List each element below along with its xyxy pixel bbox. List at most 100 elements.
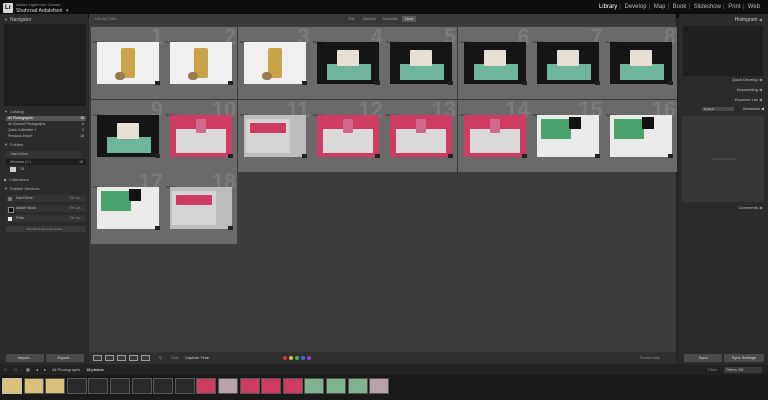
keywording-header[interactable]: Keywording ◀ [682,86,764,94]
photo-thumbnail[interactable] [316,42,379,84]
filmstrip-thumbnail[interactable] [304,378,325,394]
filmstrip-thumbnail[interactable] [45,378,66,394]
filmstrip-thumbnail[interactable] [347,378,368,394]
grid-cell[interactable]: 2Perfume [164,26,238,99]
keyword-list-header[interactable]: Keyword List ◀ [682,96,764,104]
sync-button[interactable]: Sync [684,354,722,362]
photo-thumbnail[interactable] [463,42,526,84]
catalog-synced-photographs[interactable]: All Synced Photographs 0 [8,122,86,127]
painter-icon[interactable]: ⚲ [159,352,162,364]
filmstrip-thumbnail[interactable] [88,378,109,394]
photo-thumbnail[interactable] [536,42,599,84]
color-label-blue[interactable] [301,356,305,360]
service-hard-drive[interactable]: Hard Drive Set Up... [6,195,86,202]
filmstrip-thumbnail[interactable] [66,378,87,394]
service-adobe-stock[interactable]: Adobe Stock Set Up... [6,205,86,213]
metadata-header[interactable]: Default Metadata ◀ [682,106,764,112]
photo-thumbnail[interactable] [390,114,453,157]
monitor-1-icon[interactable]: □ [4,365,6,375]
grid-view-icon[interactable] [93,355,102,361]
photo-thumbnail[interactable] [316,114,379,157]
compare-view-icon[interactable] [117,355,126,361]
people-view-icon[interactable] [141,355,150,361]
service-flickr[interactable]: Flickr Set Up... [6,215,86,222]
catalog-previous-import[interactable]: Previous Import 18 [8,134,86,139]
filmstrip-thumbnail[interactable] [110,378,130,394]
photo-thumbnail[interactable] [170,187,233,229]
photo-thumbnail[interactable] [170,42,233,84]
histogram-header[interactable]: Histogram ◀ [682,16,764,24]
grid-cell[interactable]: 4Perfume [310,26,384,99]
module-library[interactable]: Library [597,4,619,10]
photo-thumbnail[interactable] [170,114,233,157]
grid-cell[interactable]: 6Perfume [457,26,531,99]
photo-thumbnail[interactable] [97,42,159,84]
grid-cell[interactable]: 13Perfume [384,98,458,172]
filmstrip-thumbnail[interactable] [2,378,22,394]
grid-cell[interactable]: 8Perfume [604,26,678,99]
find-more-services-button[interactable]: Find More Services Online... [6,226,86,232]
forward-arrow-icon[interactable]: ▸ [44,365,46,375]
filmstrip-thumbnail[interactable] [23,378,44,394]
color-label-red[interactable] [283,356,287,360]
filmstrip-thumbnail[interactable] [282,378,303,394]
filmstrip-thumbnail[interactable] [174,378,195,394]
grid-cell[interactable]: 16Perfume [604,98,678,172]
back-arrow-icon[interactable]: ◂ [36,365,38,375]
filmstrip-thumbnail[interactable] [218,378,238,394]
filmstrip-filter-dropdown[interactable]: Filters Off [724,367,762,373]
grid-cell[interactable]: 15Perfume [530,98,604,172]
grid-cell[interactable]: 18Perfume [164,171,238,244]
grid-cell[interactable]: 10Perfume [164,98,238,172]
photo-thumbnail[interactable] [610,42,673,84]
photo-thumbnail[interactable] [97,114,159,157]
module-slideshow[interactable]: Slideshow [692,4,723,10]
catalog-quick-collection[interactable]: Quick Collection +0 [8,128,86,133]
grid-cell[interactable]: 9Perfume [91,98,164,172]
filter-tab-none[interactable]: None [402,16,417,22]
photo-thumbnail[interactable] [243,42,306,84]
catalog-header[interactable]: ▼ Catalog [4,108,86,116]
photo-thumbnail[interactable] [610,114,673,157]
export-button[interactable]: Export... [46,354,84,362]
photo-thumbnail[interactable] [390,42,453,84]
publish-services-header[interactable]: ▼ Publish Services [4,185,86,193]
filter-tab-attribute[interactable]: Attribute [360,14,379,24]
filmstrip-thumbnail[interactable] [369,378,390,394]
navigator-preview[interactable] [4,24,86,106]
grid-cell[interactable]: 1Perfume [91,26,164,99]
grid-cell[interactable]: 11Perfume [237,98,311,172]
module-map[interactable]: Map [652,4,668,10]
folder-subcount[interactable]: 18 [20,167,40,172]
module-web[interactable]: Web [746,4,762,10]
sync-settings-button[interactable]: Sync Settings [724,354,764,362]
survey-view-icon[interactable] [129,355,138,361]
grid-cell[interactable]: 7Perfume [530,26,604,99]
module-book[interactable]: Book [671,4,689,10]
filmstrip-source[interactable]: All Photographs [52,365,80,375]
monitor-2-icon[interactable]: □ [14,365,16,375]
photo-thumbnail[interactable] [97,187,159,229]
comments-header[interactable]: Comments ◀ [682,204,764,212]
loupe-view-icon[interactable] [105,355,114,361]
photo-thumbnail[interactable] [536,114,599,157]
filmstrip-thumbnail[interactable] [153,378,174,394]
filmstrip-thumbnail[interactable] [326,378,346,394]
filmstrip-thumbnail[interactable] [196,378,217,394]
sort-dropdown[interactable]: Capture Time [185,352,209,364]
filmstrip-thumbnail[interactable] [261,378,282,394]
collections-header[interactable]: ▶ Collections [4,176,86,184]
photo-thumbnail[interactable] [243,114,306,157]
grid-cell[interactable]: 5Perfume [384,26,458,99]
grid-cell[interactable]: 12Perfume [310,98,384,172]
metadata-preset-dropdown[interactable]: Default [702,107,734,111]
quick-develop-header[interactable]: Quick Develop ◀ [682,76,764,84]
grid-cell[interactable]: 17Perfume [91,171,164,244]
module-develop[interactable]: Develop [623,4,649,10]
color-label-purple[interactable] [307,356,311,360]
module-print[interactable]: Print [726,4,742,10]
grid-cell[interactable]: 3Perfume [237,26,311,99]
color-label-yellow[interactable] [289,356,293,360]
filter-tab-text[interactable]: Text [345,14,357,24]
catalog-all-photographs[interactable]: All Photographs 18 [6,116,86,121]
